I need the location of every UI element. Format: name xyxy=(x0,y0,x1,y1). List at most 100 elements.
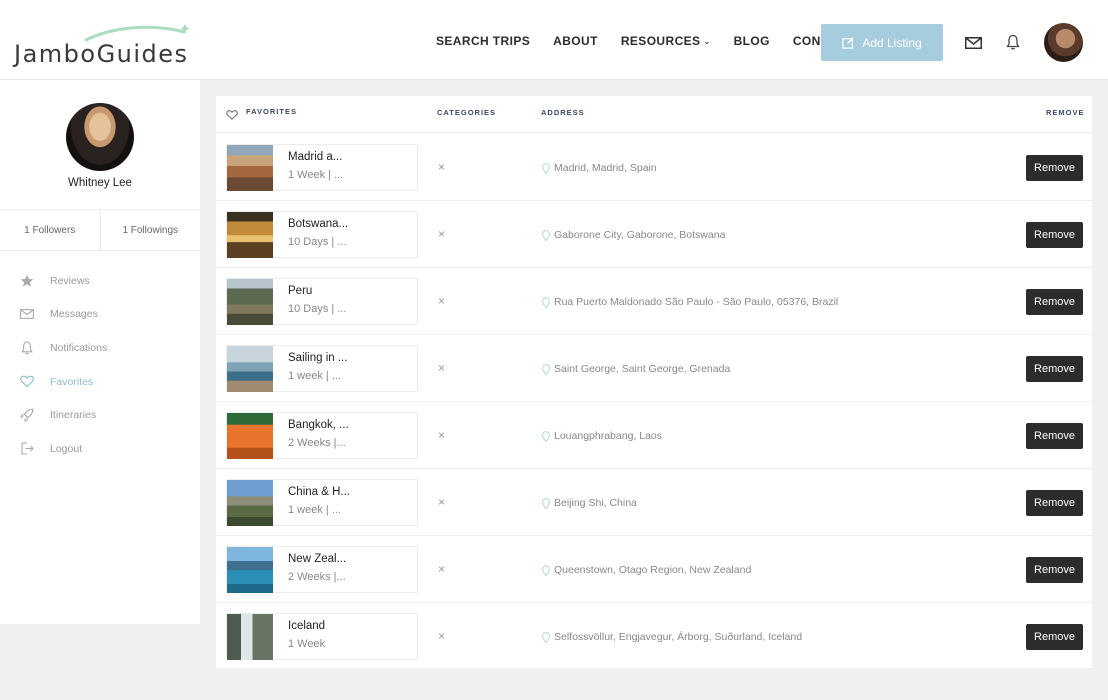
listing-card[interactable]: China & H... 1 week | ... xyxy=(226,479,418,526)
address-header: ADDRESS xyxy=(541,108,585,117)
remove-button[interactable]: Remove xyxy=(1026,155,1083,181)
nav-search-trips[interactable]: SEARCH TRIPS xyxy=(436,34,530,48)
map-pin-icon xyxy=(542,497,550,509)
star-icon xyxy=(20,274,34,288)
add-listing-button[interactable]: Add Listing xyxy=(821,24,943,61)
nav-about[interactable]: ABOUT xyxy=(553,34,598,48)
map-pin-icon xyxy=(542,363,550,375)
listing-thumbnail xyxy=(227,346,273,392)
nav-label: ABOUT xyxy=(553,34,598,48)
rocket-icon xyxy=(20,408,34,423)
logout-icon xyxy=(20,442,34,456)
edit-icon xyxy=(842,37,854,49)
nav-blog[interactable]: BLOG xyxy=(734,34,770,48)
sidebar-item-itineraries[interactable]: Itineraries xyxy=(0,398,200,432)
sidebar-item-reviews[interactable]: Reviews xyxy=(0,264,200,298)
address-text: Queenstown, Otago Region, New Zealand xyxy=(554,564,752,576)
listing-address: Queenstown, Otago Region, New Zealand xyxy=(542,564,751,576)
listing-address: Gaborone City, Gaborone, Botswana xyxy=(542,229,725,241)
address-text: Saint George, Saint George, Grenada xyxy=(554,363,731,375)
listing-card[interactable]: New Zeal... 2 Weeks |... xyxy=(226,546,418,593)
listing-address: Louangphrabang, Laos xyxy=(542,430,662,442)
listing-card[interactable]: Bangkok, ... 2 Weeks |... xyxy=(226,412,418,459)
map-pin-icon xyxy=(542,430,550,442)
listing-duration: 10 Days | ... xyxy=(288,236,347,248)
heart-icon xyxy=(20,375,34,389)
remove-button[interactable]: Remove xyxy=(1026,289,1083,315)
remove-button[interactable]: Remove xyxy=(1026,356,1083,382)
sidebar-item-favorites[interactable]: Favorites xyxy=(0,365,200,399)
listing-duration: 10 Days | ... xyxy=(288,303,347,315)
sidebar-item-logout[interactable]: Logout xyxy=(0,432,200,466)
main-nav: SEARCH TRIPS ABOUT RESOURCES⌄ BLOG CONTA… xyxy=(436,34,876,48)
category-value: × xyxy=(438,428,446,442)
table-row: Iceland 1 Week × Selfossvöllur, Engjaveg… xyxy=(216,603,1092,670)
listing-duration: 2 Weeks |... xyxy=(288,571,346,583)
remove-header: REMOVE xyxy=(1046,108,1085,117)
table-row: Peru 10 Days | ... × Rua Puerto Maldonad… xyxy=(216,268,1092,335)
profile-name: Whitney Lee xyxy=(68,177,132,189)
table-row: China & H... 1 week | ... × Beijing Shi,… xyxy=(216,469,1092,536)
user-avatar[interactable] xyxy=(1044,23,1083,62)
remove-button[interactable]: Remove xyxy=(1026,557,1083,583)
mail-icon[interactable] xyxy=(965,37,982,49)
follow-stats: 1 Followers 1 Followings xyxy=(0,209,200,251)
favorites-header: FAVORITES xyxy=(246,107,297,116)
listing-card[interactable]: Madrid a... 1 Week | ... xyxy=(226,144,418,191)
bell-icon[interactable] xyxy=(1006,34,1020,50)
category-value: × xyxy=(438,562,446,576)
listing-title: Sailing in ... xyxy=(288,352,348,364)
category-value: × xyxy=(438,160,446,174)
listing-address: Selfossvöllur, Engjavegur, Árborg, Suður… xyxy=(542,631,802,643)
chevron-down-icon: ⌄ xyxy=(703,36,711,46)
sidebar-item-label: Favorites xyxy=(50,375,94,388)
listing-card[interactable]: Botswana... 10 Days | ... xyxy=(226,211,418,258)
listing-card[interactable]: Peru 10 Days | ... xyxy=(226,278,418,325)
category-value: × xyxy=(438,361,446,375)
table-row: Madrid a... 1 Week | ... × Madrid, Madri… xyxy=(216,134,1092,201)
table-row: Botswana... 10 Days | ... × Gaborone Cit… xyxy=(216,201,1092,268)
listing-title: China & H... xyxy=(288,486,350,498)
remove-button[interactable]: Remove xyxy=(1026,423,1083,449)
add-listing-label: Add Listing xyxy=(862,35,922,50)
followings-count[interactable]: 1 Followings xyxy=(99,210,201,250)
profile-avatar xyxy=(66,103,134,171)
categories-header: CATEGORIES xyxy=(437,108,497,117)
remove-button[interactable]: Remove xyxy=(1026,222,1083,248)
map-pin-icon xyxy=(542,162,550,174)
remove-button[interactable]: Remove xyxy=(1026,490,1083,516)
listing-card[interactable]: Sailing in ... 1 week | ... xyxy=(226,345,418,392)
sidebar-item-notifications[interactable]: Notifications xyxy=(0,331,200,365)
nav-label: BLOG xyxy=(733,34,770,48)
listing-thumbnail xyxy=(227,413,273,459)
listing-card[interactable]: Iceland 1 Week xyxy=(226,613,418,660)
category-value: × xyxy=(438,495,446,509)
table-row: Bangkok, ... 2 Weeks |... × Louangphraba… xyxy=(216,402,1092,469)
category-value: × xyxy=(438,227,446,241)
site-logo[interactable]: JamboGuides xyxy=(14,22,194,72)
sidebar-item-label: Logout xyxy=(50,442,83,455)
heart-icon xyxy=(226,110,238,120)
listing-title: Madrid a... xyxy=(288,151,343,163)
sidebar-item-label: Reviews xyxy=(50,274,90,287)
map-pin-icon xyxy=(542,296,550,308)
listing-duration: 1 Week xyxy=(288,638,326,650)
listing-duration: 1 Week | ... xyxy=(288,169,344,181)
listing-duration: 1 week | ... xyxy=(288,504,341,516)
listing-thumbnail xyxy=(227,480,273,526)
address-text: Beijing Shi, China xyxy=(554,497,637,509)
table-row: New Zeal... 2 Weeks |... × Queenstown, O… xyxy=(216,536,1092,603)
map-pin-icon xyxy=(542,229,550,241)
sidebar-item-label: Itineraries xyxy=(50,409,97,422)
nav-resources[interactable]: RESOURCES ⌄ xyxy=(621,34,711,48)
category-value: × xyxy=(438,294,446,308)
address-text: Gaborone City, Gaborone, Botswana xyxy=(554,229,726,241)
listing-title: Peru xyxy=(288,285,313,297)
followers-count[interactable]: 1 Followers xyxy=(0,210,100,250)
address-text: Louangphrabang, Laos xyxy=(554,430,663,442)
nav-label: RESOURCES xyxy=(620,34,701,48)
logo-text: JamboGuides xyxy=(14,40,189,68)
remove-button[interactable]: Remove xyxy=(1026,624,1083,650)
listing-duration: 2 Weeks |... xyxy=(288,437,346,449)
sidebar-item-messages[interactable]: Messages xyxy=(0,298,200,332)
